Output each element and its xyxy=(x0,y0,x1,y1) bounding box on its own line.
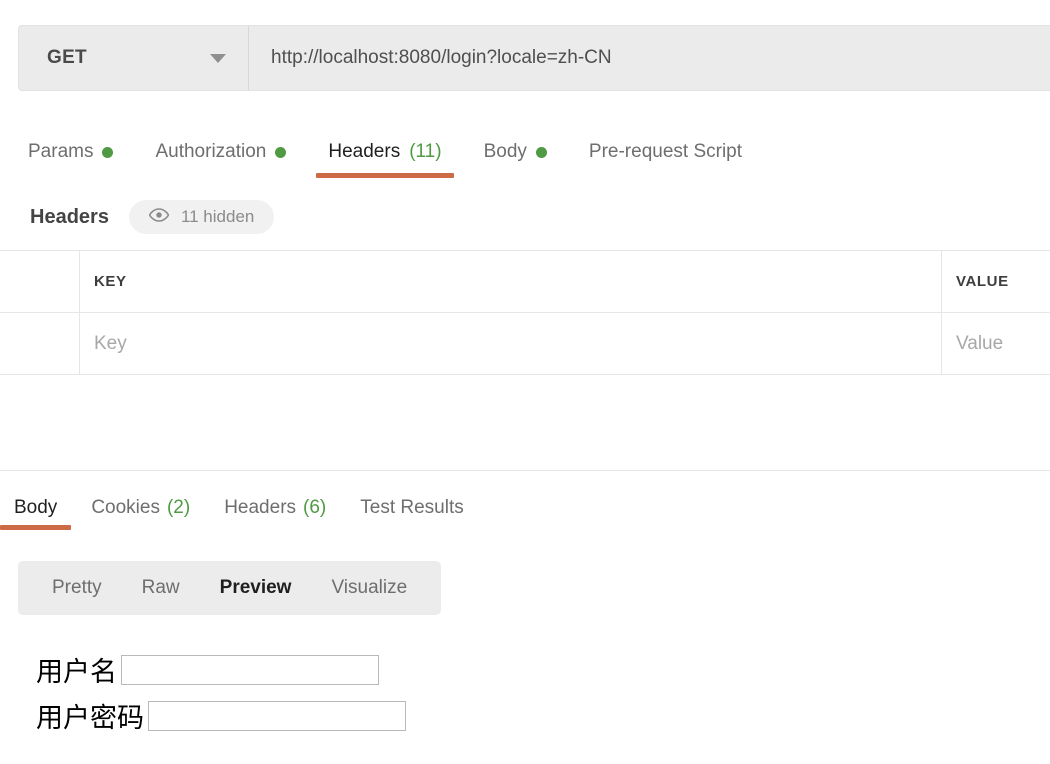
row-value-placeholder: Value xyxy=(956,332,1004,354)
table-select-all-cell[interactable] xyxy=(0,251,80,312)
request-url-input[interactable]: http://localhost:8080/login?locale=zh-CN xyxy=(249,26,1050,90)
preview-password-row: 用户密码 xyxy=(36,696,1050,735)
request-tab-pre-request-script[interactable]: Pre-request Script xyxy=(589,130,742,174)
table-header-key-label: KEY xyxy=(94,273,127,290)
preview-password-input[interactable] xyxy=(148,700,406,731)
response-tab-test-results-label: Test Results xyxy=(360,497,464,518)
response-tab-cookies[interactable]: Cookies (2) xyxy=(91,488,190,528)
table-header-key: KEY xyxy=(80,251,942,312)
hidden-headers-label: 11 hidden xyxy=(180,207,255,226)
response-view-mode-group: Pretty Raw Preview Visualize xyxy=(18,561,442,615)
response-tab-cookies-label: Cookies xyxy=(91,497,160,518)
preview-password-label: 用户密码 xyxy=(36,703,144,733)
active-tab-underline xyxy=(316,173,454,178)
row-key-input[interactable]: Key xyxy=(80,313,942,374)
status-dot-icon xyxy=(535,146,547,158)
view-mode-raw[interactable]: Raw xyxy=(122,577,200,599)
request-url-text: http://localhost:8080/login?locale=zh-CN xyxy=(271,47,612,68)
response-divider xyxy=(0,470,1050,471)
response-tab-body[interactable]: Body xyxy=(0,488,72,530)
request-tab-body-label: Body xyxy=(483,141,527,162)
request-bar: GET http://localhost:8080/login?locale=z… xyxy=(18,25,1050,91)
preview-username-input[interactable] xyxy=(121,654,379,685)
response-tab-cookies-count: (2) xyxy=(166,497,191,518)
view-mode-pretty[interactable]: Pretty xyxy=(32,577,122,599)
view-mode-visualize[interactable]: Visualize xyxy=(311,577,427,599)
headers-section-title: Headers xyxy=(30,205,109,228)
chevron-down-icon xyxy=(210,53,226,63)
status-dot-icon xyxy=(275,146,287,158)
table-header-row: KEY VALUE xyxy=(0,251,1050,313)
http-method-label: GET xyxy=(47,47,87,68)
request-tab-params-label: Params xyxy=(28,141,94,162)
response-tab-headers[interactable]: Headers (6) xyxy=(224,488,326,528)
request-tabs: Params Authorization Headers (11) Body P… xyxy=(0,130,1050,180)
response-tabs: Body Cookies (2) Headers (6) Test Result… xyxy=(0,488,1050,536)
request-tab-authorization[interactable]: Authorization xyxy=(155,130,287,174)
request-tab-headers[interactable]: Headers (11) xyxy=(316,130,454,178)
request-tab-authorization-label: Authorization xyxy=(155,141,267,162)
response-tab-test-results[interactable]: Test Results xyxy=(360,488,463,528)
response-tab-headers-count: (6) xyxy=(303,497,327,518)
response-tab-body-label: Body xyxy=(14,497,58,518)
headers-table: KEY VALUE Key Value xyxy=(0,250,1050,375)
response-tab-headers-label: Headers xyxy=(224,497,297,518)
eye-icon xyxy=(148,207,170,227)
table-header-value: VALUE xyxy=(942,251,1050,312)
table-header-value-label: VALUE xyxy=(956,273,1009,290)
table-row[interactable]: Key Value xyxy=(0,313,1050,375)
request-tab-headers-label: Headers xyxy=(328,141,401,162)
response-preview-pane: 用户名 用户密码 xyxy=(0,630,1050,764)
preview-username-label: 用户名 xyxy=(36,657,117,687)
hidden-headers-toggle[interactable]: 11 hidden xyxy=(128,200,275,234)
request-tab-pre-request-script-label: Pre-request Script xyxy=(588,141,743,162)
preview-username-row: 用户名 xyxy=(36,650,1050,689)
request-tab-body[interactable]: Body xyxy=(484,130,547,174)
row-value-input[interactable]: Value xyxy=(942,313,1050,374)
request-tab-params[interactable]: Params xyxy=(28,130,114,174)
headers-section-header: Headers 11 hidden xyxy=(30,200,275,234)
row-checkbox-cell[interactable] xyxy=(0,313,80,374)
request-tab-headers-count: (11) xyxy=(409,141,442,162)
http-method-select[interactable]: GET xyxy=(19,26,249,90)
status-dot-icon xyxy=(102,146,114,158)
active-tab-underline xyxy=(0,525,72,530)
view-mode-preview[interactable]: Preview xyxy=(200,577,312,599)
row-key-placeholder: Key xyxy=(94,332,127,354)
